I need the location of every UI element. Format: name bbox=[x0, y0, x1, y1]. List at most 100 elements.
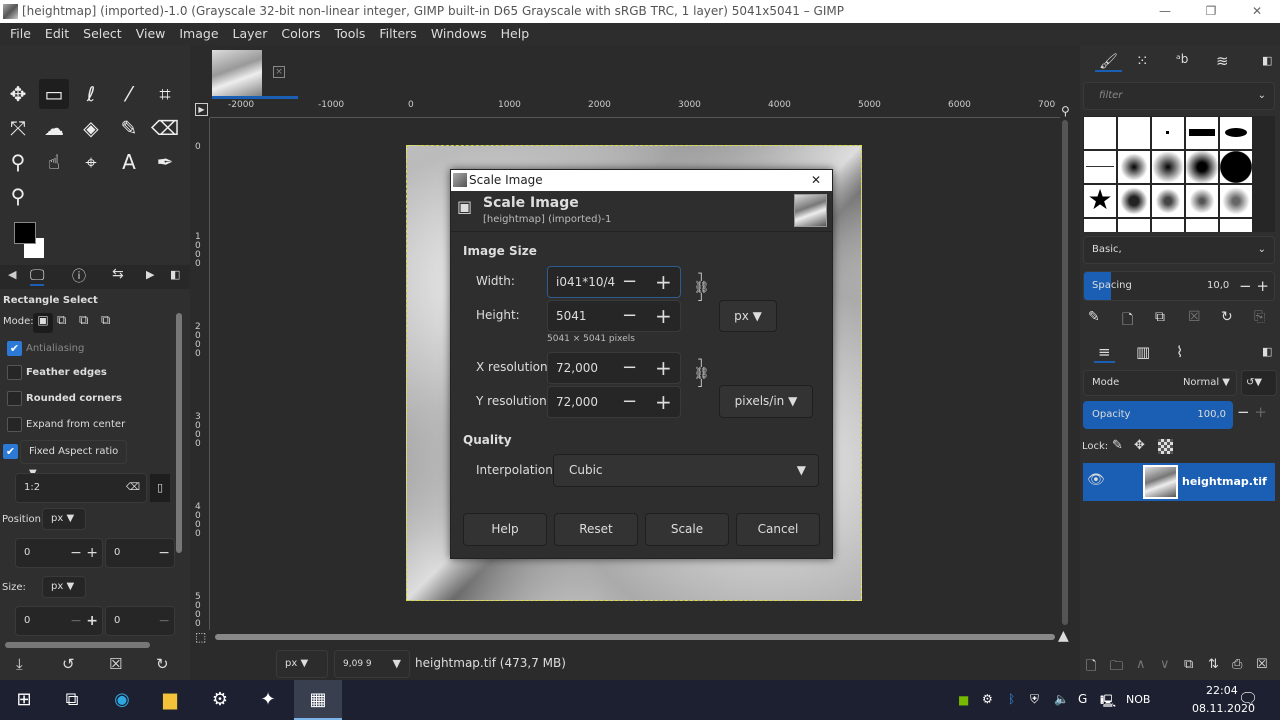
duplicate-layer-icon[interactable]: ⧉ bbox=[1184, 657, 1193, 672]
lock-alpha-icon[interactable] bbox=[1158, 439, 1173, 454]
dock-menu-icon[interactable]: ◧ bbox=[170, 268, 180, 281]
chevron-down-icon[interactable]: ⌄ bbox=[1258, 83, 1266, 109]
composite-mode-dropdown[interactable]: ↺▼ bbox=[1241, 370, 1277, 396]
navigate-icon[interactable]: ▲ bbox=[1058, 628, 1069, 644]
new-layer-icon[interactable]: 🗋 bbox=[1086, 657, 1096, 679]
delete-layer-icon[interactable]: ☒ bbox=[1256, 657, 1268, 672]
audio-icon[interactable]: 🔈 bbox=[1054, 692, 1069, 706]
brush-item[interactable] bbox=[1186, 219, 1218, 232]
dialog-close-button[interactable]: ✕ bbox=[811, 170, 821, 191]
steam-icon[interactable]: ⚙ bbox=[196, 680, 244, 720]
size-y-spin[interactable]: 0− bbox=[105, 606, 175, 636]
edge-icon[interactable]: ◉ bbox=[98, 680, 146, 720]
resolution-unit-dropdown[interactable]: pixels/in ▼ bbox=[719, 385, 813, 418]
x-resolution-input[interactable]: 72,000 bbox=[556, 361, 598, 375]
menu-layer[interactable]: Layer bbox=[226, 23, 275, 45]
toggle-quick-mask-icon[interactable]: ⬚ bbox=[195, 630, 206, 644]
opacity-controls[interactable]: − + bbox=[1237, 403, 1267, 421]
options-vertical-scrollbar[interactable] bbox=[176, 313, 182, 553]
x-resolution-spinbox[interactable]: 72,000 − + bbox=[547, 352, 681, 384]
yres-decrement-icon[interactable]: − bbox=[622, 391, 637, 412]
minimize-button[interactable]: — bbox=[1142, 0, 1188, 23]
brush-item[interactable] bbox=[1152, 185, 1184, 217]
size-x-spin[interactable]: 0− + bbox=[15, 606, 103, 636]
eraser-tool-icon[interactable]: ⌫ bbox=[150, 113, 180, 143]
delete-brush-icon[interactable]: ☒ bbox=[1188, 309, 1201, 325]
move-tool-icon[interactable]: ✥ bbox=[3, 79, 33, 109]
patterns-tab-icon[interactable]: ⁙ bbox=[1136, 52, 1149, 70]
new-layer-group-icon[interactable]: 🗀 bbox=[1110, 657, 1123, 679]
task-view-icon[interactable]: ⧉ bbox=[48, 680, 96, 720]
height-decrement-icon[interactable]: − bbox=[622, 305, 637, 326]
clock-time[interactable]: 22:04 bbox=[1206, 684, 1238, 697]
layer-mode-dropdown[interactable]: Mode Normal ▼ bbox=[1083, 370, 1237, 396]
menu-image[interactable]: Image bbox=[172, 23, 225, 45]
menu-windows[interactable]: Windows bbox=[424, 23, 494, 45]
feather-edges-checkbox[interactable] bbox=[7, 365, 22, 380]
text-tool-icon[interactable]: A bbox=[114, 147, 144, 177]
zoom-tool-icon[interactable]: ⚲ bbox=[3, 181, 33, 211]
width-spinbox[interactable]: i041*10/4− + bbox=[547, 266, 681, 298]
rect-select-tool-icon[interactable]: ▭ bbox=[39, 79, 69, 109]
brush-item[interactable] bbox=[1152, 117, 1184, 149]
chevron-down-icon[interactable]: ⌄ bbox=[1258, 237, 1266, 263]
spacing-slider[interactable]: Spacing 10,0 − + bbox=[1083, 271, 1275, 301]
lasso-tool-icon[interactable]: ℓ bbox=[76, 79, 106, 109]
brush-item[interactable] bbox=[1220, 151, 1252, 183]
menu-filters[interactable]: Filters bbox=[372, 23, 423, 45]
brush-filter-input[interactable]: filter ⌄ bbox=[1083, 82, 1275, 110]
brush-item[interactable] bbox=[1220, 185, 1252, 217]
brush-item[interactable] bbox=[1220, 117, 1252, 149]
fixed-checkbox[interactable]: ✔ bbox=[3, 444, 18, 459]
paintbrush-tool-icon[interactable]: ✎ bbox=[114, 113, 144, 143]
xres-increment-icon[interactable]: + bbox=[655, 356, 672, 380]
brush-item[interactable] bbox=[1084, 117, 1116, 149]
brushes-tab-icon[interactable]: 🖌 bbox=[1095, 52, 1123, 72]
reset-options-icon[interactable]: ↻ bbox=[156, 655, 169, 673]
width-increment-icon[interactable]: + bbox=[655, 270, 672, 294]
steam-tray-icon[interactable]: ⚙ bbox=[982, 692, 993, 706]
yres-increment-icon[interactable]: + bbox=[655, 390, 672, 414]
position-x-spin[interactable]: 0− + bbox=[15, 538, 103, 568]
brush-item[interactable] bbox=[1186, 117, 1218, 149]
warp-tool-icon[interactable]: ☁ bbox=[39, 113, 69, 143]
lock-pixels-icon[interactable]: ✎ bbox=[1112, 438, 1123, 453]
spacing-controls[interactable]: − + bbox=[1239, 272, 1269, 300]
brush-item[interactable] bbox=[1118, 151, 1150, 183]
brush-item[interactable] bbox=[1118, 117, 1150, 149]
gradients-tab-icon[interactable]: ≋ bbox=[1216, 52, 1229, 70]
fonts-tab-icon[interactable]: ᵃb bbox=[1176, 52, 1188, 66]
clear-icon[interactable]: ⌫ bbox=[126, 474, 140, 502]
canvas-vertical-scrollbar[interactable] bbox=[1062, 120, 1068, 625]
brush-item[interactable] bbox=[1084, 151, 1116, 183]
brush-item[interactable] bbox=[1118, 219, 1150, 232]
cancel-button[interactable]: Cancel bbox=[736, 513, 820, 546]
visibility-eye-icon[interactable]: 👁 bbox=[1087, 472, 1105, 488]
crop-tool-icon[interactable]: ⌗ bbox=[150, 79, 180, 109]
mode-replace-icon[interactable]: ▣ bbox=[33, 313, 53, 333]
layer-row[interactable]: 👁 heightmap.tif bbox=[1083, 463, 1275, 501]
foreground-color-swatch[interactable] bbox=[14, 222, 36, 244]
bluetooth-icon[interactable]: ᛒ bbox=[1008, 692, 1015, 706]
size-unit-dropdown[interactable]: px ▼ bbox=[719, 300, 777, 332]
smudge-tool-icon[interactable]: ☝ bbox=[39, 147, 69, 177]
y-resolution-spinbox[interactable]: 72,000 − + bbox=[547, 386, 681, 418]
reset-button[interactable]: Reset bbox=[554, 513, 638, 546]
zoom-dropdown[interactable]: 9,09 9 ▼ bbox=[334, 650, 410, 678]
open-brush-icon[interactable]: ⎘ bbox=[1254, 309, 1265, 325]
unit-dropdown[interactable]: px ▼ bbox=[276, 650, 328, 678]
brush-item[interactable] bbox=[1118, 185, 1150, 217]
width-input[interactable]: i041*10/4 bbox=[556, 275, 615, 289]
height-input[interactable]: 5041 bbox=[556, 309, 587, 323]
quick-mask-menu-icon[interactable]: ▶ bbox=[195, 103, 208, 116]
save-options-icon[interactable]: ⤓ bbox=[16, 655, 23, 673]
position-unit-dropdown[interactable]: px ▼ bbox=[42, 508, 86, 530]
fixed-mode-dropdown[interactable]: Fixed Aspect ratio ▼ bbox=[20, 440, 127, 479]
brushes-dock-menu-icon[interactable]: ◧ bbox=[1262, 54, 1272, 67]
canvas-horizontal-scrollbar[interactable] bbox=[215, 634, 1055, 640]
scale-button[interactable]: Scale bbox=[645, 513, 729, 546]
vertical-ruler[interactable]: 0 1000 2000 3000 4000 5000 bbox=[192, 118, 210, 630]
size-unit-dropdown[interactable]: px ▼ bbox=[42, 576, 86, 598]
opacity-slider[interactable]: Opacity 100,0 bbox=[1083, 401, 1233, 429]
zoom-canvas-icon[interactable]: ⚲ bbox=[1061, 104, 1070, 118]
